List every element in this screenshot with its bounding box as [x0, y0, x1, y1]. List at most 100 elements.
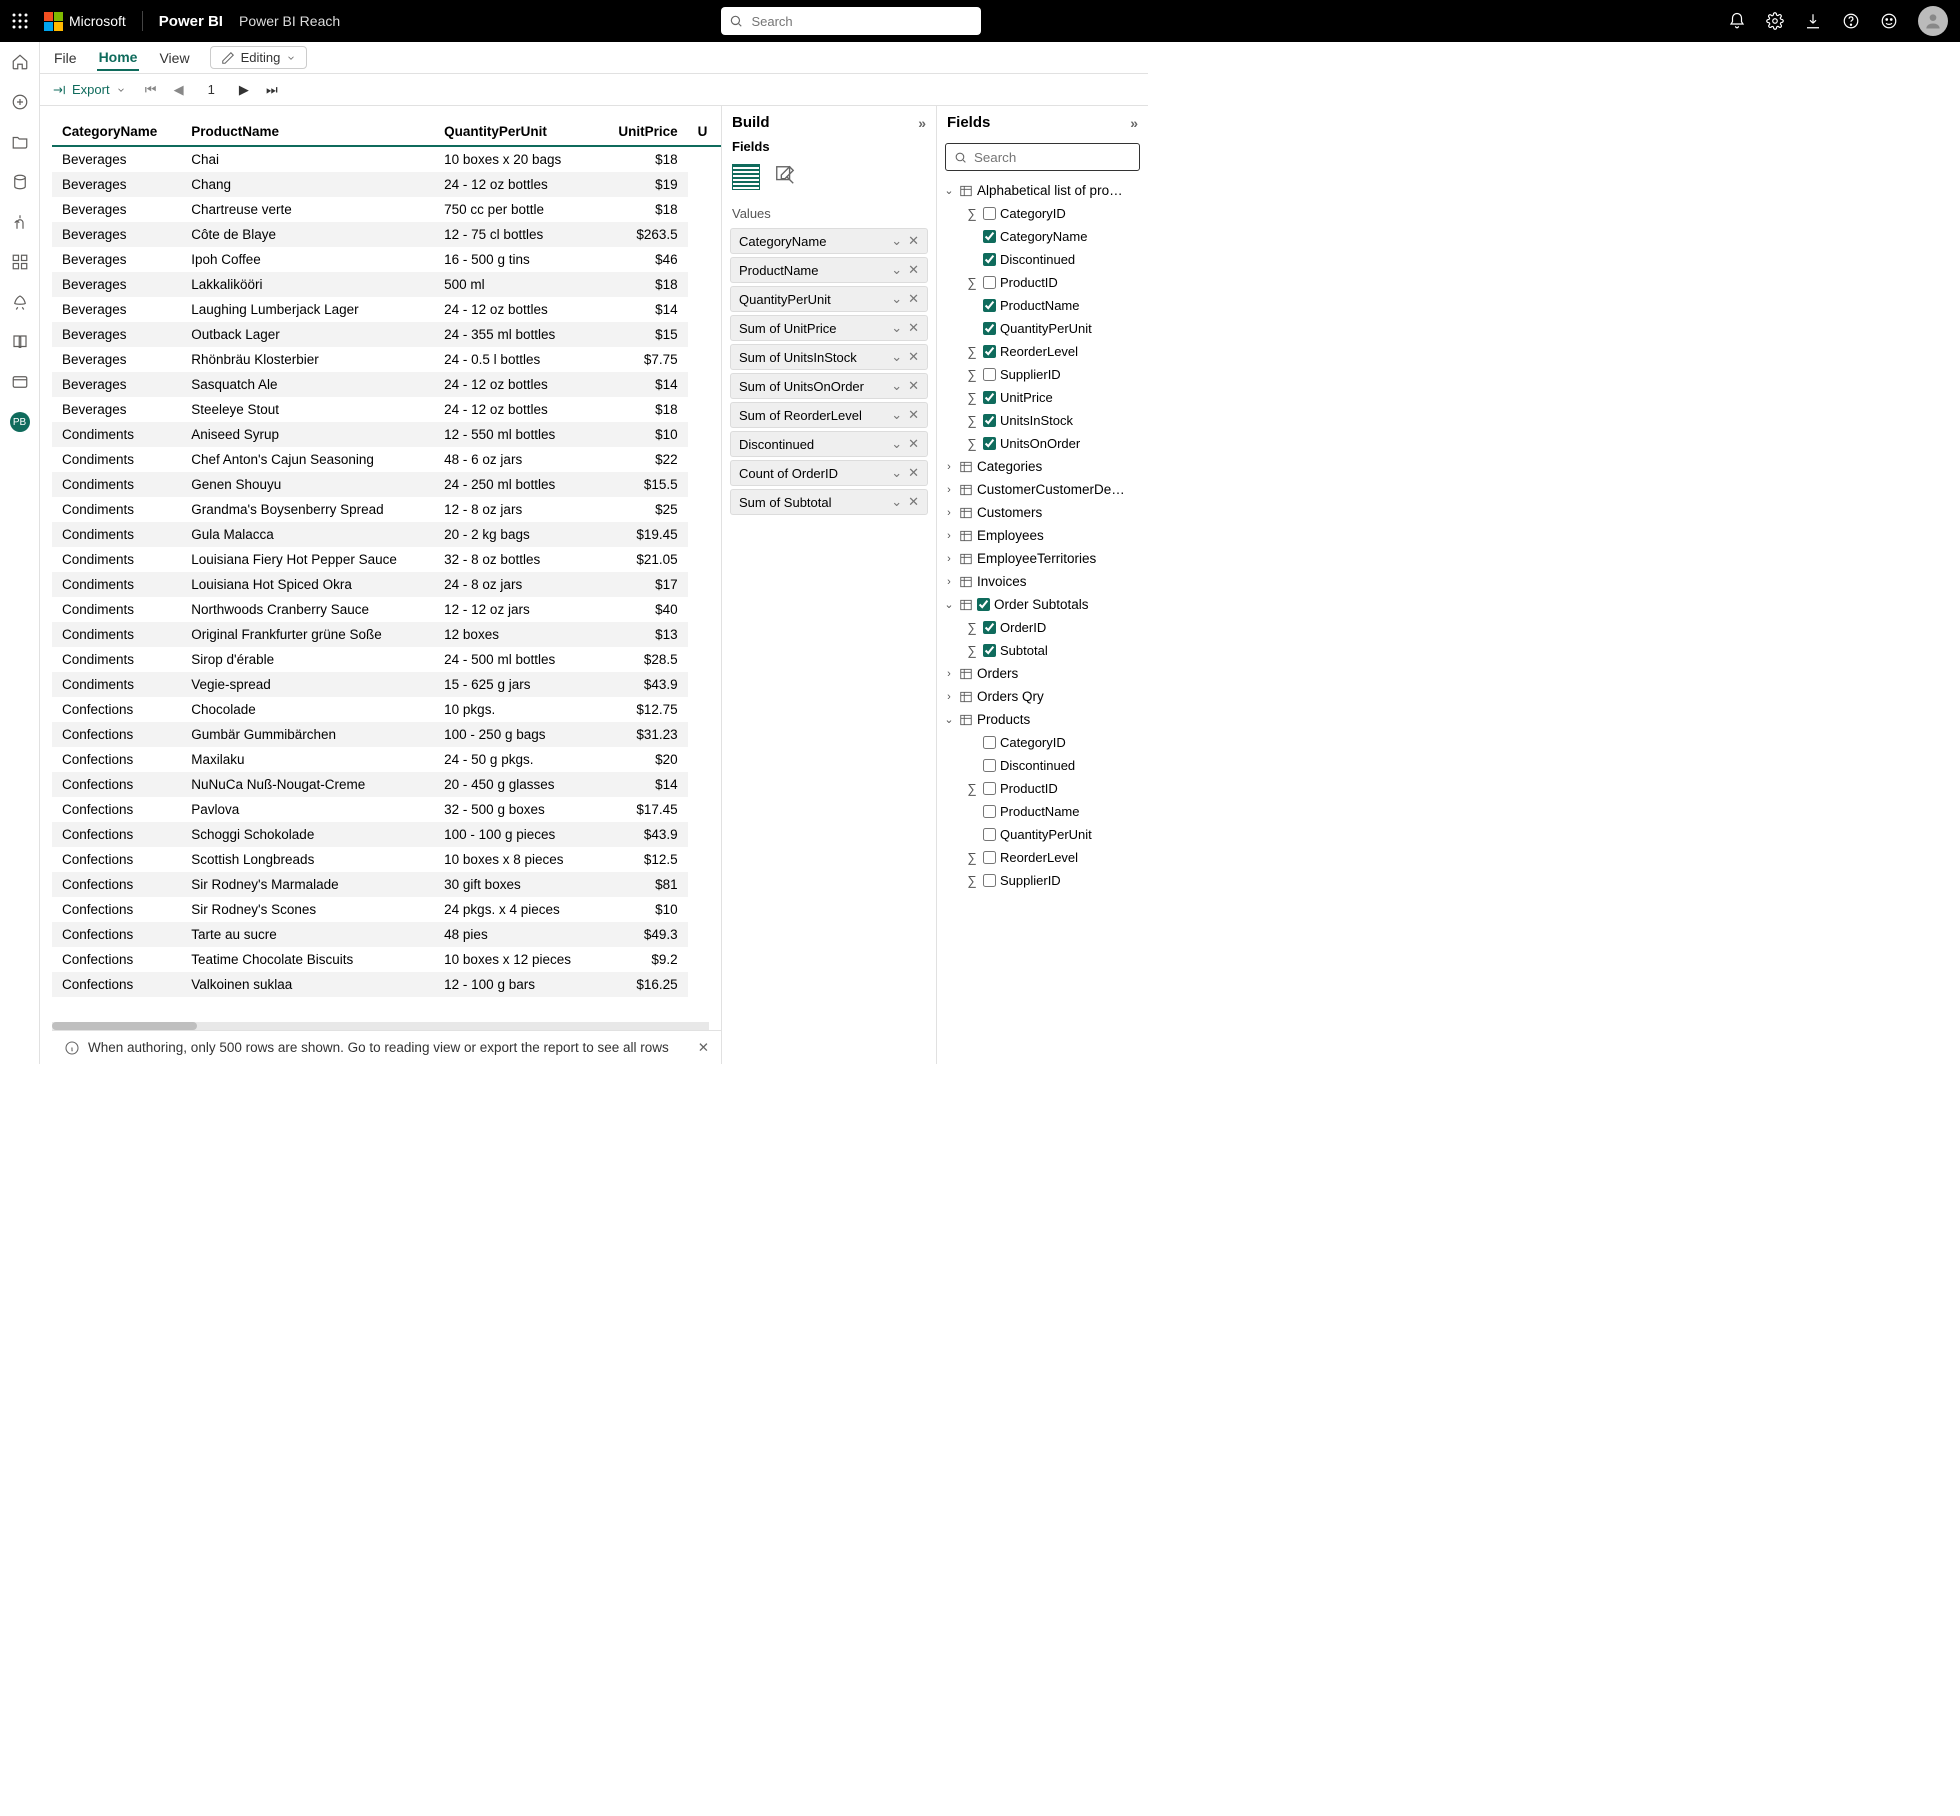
table-row[interactable]: CondimentsVegie-spread15 - 625 g jars$43… [52, 672, 721, 697]
value-field-chip[interactable]: Sum of UnitPrice⌄✕ [730, 315, 928, 341]
home-icon[interactable] [10, 52, 30, 72]
user-avatar[interactable] [1918, 6, 1948, 36]
table-row[interactable]: BeveragesLakkalikööri500 ml$18 [52, 272, 721, 297]
field-table-row[interactable]: ⌄Order Subtotals [937, 593, 1148, 616]
help-icon[interactable] [1842, 12, 1860, 30]
metrics-icon[interactable] [10, 212, 30, 232]
field-table-row[interactable]: ›Employees [937, 524, 1148, 547]
table-row[interactable]: CondimentsGrandma's Boysenberry Spread12… [52, 497, 721, 522]
table-row[interactable]: CondimentsNorthwoods Cranberry Sauce12 -… [52, 597, 721, 622]
field-checkbox[interactable] [983, 345, 996, 358]
field-row[interactable]: ∑ProductID [937, 777, 1148, 800]
table-row[interactable]: BeveragesRhönbräu Klosterbier24 - 0.5 l … [52, 347, 721, 372]
remove-icon[interactable]: ✕ [906, 465, 921, 481]
table-row[interactable]: CondimentsLouisiana Hot Spiced Okra24 - … [52, 572, 721, 597]
field-table-row[interactable]: ⌄Alphabetical list of pro… [937, 179, 1148, 202]
field-row[interactable]: ∑UnitsOnOrder [937, 432, 1148, 455]
field-checkbox[interactable] [983, 828, 996, 841]
table-row[interactable]: BeveragesSteeleye Stout24 - 12 oz bottle… [52, 397, 721, 422]
caret-icon[interactable]: › [943, 668, 955, 680]
caret-icon[interactable]: › [943, 461, 955, 473]
chevron-down-icon[interactable]: ⌄ [887, 494, 906, 510]
table-row[interactable]: BeveragesCôte de Blaye12 - 75 cl bottles… [52, 222, 721, 247]
field-row[interactable]: ProductName [937, 294, 1148, 317]
column-header[interactable]: U [688, 118, 721, 146]
editing-mode-button[interactable]: Editing [210, 46, 308, 69]
table-row[interactable]: CondimentsLouisiana Fiery Hot Pepper Sau… [52, 547, 721, 572]
chevron-down-icon[interactable]: ⌄ [887, 349, 906, 365]
export-button[interactable]: Export [52, 82, 126, 97]
table-row[interactable]: BeveragesChartreuse verte750 cc per bott… [52, 197, 721, 222]
tab-view[interactable]: View [157, 46, 191, 70]
caret-icon[interactable]: › [943, 553, 955, 565]
remove-icon[interactable]: ✕ [906, 407, 921, 423]
value-field-chip[interactable]: Sum of Subtotal⌄✕ [730, 489, 928, 515]
value-field-chip[interactable]: QuantityPerUnit⌄✕ [730, 286, 928, 312]
pager-last[interactable]: ⏭ [265, 82, 279, 98]
chevron-down-icon[interactable]: ⌄ [887, 262, 906, 278]
deployment-icon[interactable] [10, 292, 30, 312]
column-header[interactable]: CategoryName [52, 118, 181, 146]
field-table-row[interactable]: ›Orders [937, 662, 1148, 685]
chevron-down-icon[interactable]: ⌄ [887, 436, 906, 452]
column-header[interactable]: UnitPrice [599, 118, 688, 146]
chevron-down-icon[interactable]: ⌄ [887, 465, 906, 481]
pager-prev[interactable]: ◀ [172, 82, 186, 98]
workspace-name[interactable]: Power BI Reach [239, 13, 340, 29]
column-header[interactable]: QuantityPerUnit [434, 118, 599, 146]
value-field-chip[interactable]: ProductName⌄✕ [730, 257, 928, 283]
field-checkbox[interactable] [983, 782, 996, 795]
chevron-down-icon[interactable]: ⌄ [887, 407, 906, 423]
data-hub-icon[interactable] [10, 172, 30, 192]
field-table-row[interactable]: ›EmployeeTerritories [937, 547, 1148, 570]
field-row[interactable]: ∑ProductID [937, 271, 1148, 294]
fields-search-input[interactable] [945, 143, 1140, 171]
value-field-chip[interactable]: Sum of ReorderLevel⌄✕ [730, 402, 928, 428]
field-checkbox[interactable] [983, 207, 996, 220]
field-checkbox[interactable] [983, 299, 996, 312]
field-row[interactable]: ∑UnitsInStock [937, 409, 1148, 432]
value-field-chip[interactable]: Discontinued⌄✕ [730, 431, 928, 457]
create-icon[interactable] [10, 92, 30, 112]
caret-icon[interactable]: ⌄ [943, 713, 955, 726]
table-row[interactable]: CondimentsChef Anton's Cajun Seasoning48… [52, 447, 721, 472]
table-row[interactable]: ConfectionsPavlova32 - 500 g boxes$17.45 [52, 797, 721, 822]
download-icon[interactable] [1804, 12, 1822, 30]
chevron-down-icon[interactable]: ⌄ [887, 291, 906, 307]
field-table-row[interactable]: ⌄Products [937, 708, 1148, 731]
field-checkbox[interactable] [983, 736, 996, 749]
product-name[interactable]: Power BI [159, 13, 223, 30]
tab-home[interactable]: Home [97, 45, 140, 71]
field-checkbox[interactable] [983, 644, 996, 657]
table-row[interactable]: BeveragesChai10 boxes x 20 bags$18 [52, 146, 721, 172]
field-row[interactable]: ∑ReorderLevel [937, 340, 1148, 363]
field-checkbox[interactable] [983, 322, 996, 335]
field-row[interactable]: ∑OrderID [937, 616, 1148, 639]
field-checkbox[interactable] [983, 391, 996, 404]
table-row[interactable]: CondimentsGula Malacca20 - 2 kg bags$19.… [52, 522, 721, 547]
table-row[interactable]: ConfectionsTeatime Chocolate Biscuits10 … [52, 947, 721, 972]
column-header[interactable]: ProductName [181, 118, 434, 146]
remove-icon[interactable]: ✕ [906, 378, 921, 394]
field-row[interactable]: ∑ReorderLevel [937, 846, 1148, 869]
table-row[interactable]: ConfectionsGumbär Gummibärchen100 - 250 … [52, 722, 721, 747]
field-table-row[interactable]: ›Orders Qry [937, 685, 1148, 708]
field-checkbox[interactable] [983, 759, 996, 772]
table-row[interactable]: ConfectionsMaxilaku24 - 50 g pkgs.$20 [52, 747, 721, 772]
settings-icon[interactable] [1766, 12, 1784, 30]
learn-icon[interactable] [10, 332, 30, 352]
field-row[interactable]: ∑SupplierID [937, 869, 1148, 892]
remove-icon[interactable]: ✕ [906, 349, 921, 365]
browse-icon[interactable] [10, 132, 30, 152]
remove-icon[interactable]: ✕ [906, 291, 921, 307]
remove-icon[interactable]: ✕ [906, 494, 921, 510]
table-row[interactable]: ConfectionsNuNuCa Nuß-Nougat-Creme20 - 4… [52, 772, 721, 797]
field-checkbox[interactable] [983, 368, 996, 381]
table-row[interactable]: ConfectionsTarte au sucre48 pies$49.3 [52, 922, 721, 947]
table-row[interactable]: BeveragesSasquatch Ale24 - 12 oz bottles… [52, 372, 721, 397]
field-row[interactable]: ∑UnitPrice [937, 386, 1148, 409]
field-checkbox[interactable] [983, 437, 996, 450]
field-row[interactable]: CategoryID [937, 731, 1148, 754]
caret-icon[interactable]: › [943, 484, 955, 496]
field-row[interactable]: ProductName [937, 800, 1148, 823]
